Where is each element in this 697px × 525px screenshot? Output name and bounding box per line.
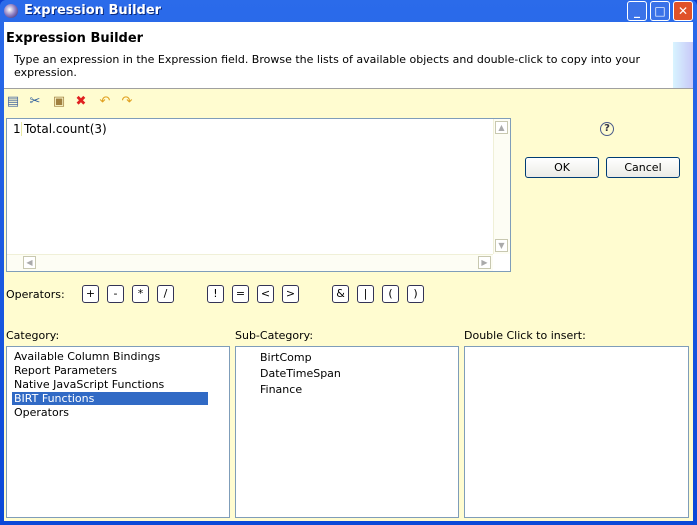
list-item[interactable]: Available Column Bindings [12,350,160,363]
operators-label: Operators: [6,288,65,301]
delete-icon[interactable]: ✖ [73,94,89,110]
copy-icon[interactable]: ▤ [5,94,21,110]
cancel-button[interactable]: Cancel [606,157,680,178]
scroll-up-icon[interactable]: ▲ [495,121,508,134]
insert-list[interactable] [464,346,689,518]
category-list[interactable]: Available Column Bindings Report Paramet… [6,346,230,518]
category-label: Category: [6,329,60,342]
line-number: 1 [13,122,21,136]
maximize-button[interactable]: □ [650,1,670,21]
expression-text[interactable]: Total.count(3) [21,122,107,136]
list-item[interactable]: Native JavaScript Functions [12,378,164,391]
minimize-button[interactable]: _ [627,1,647,21]
header-graphic [673,42,693,88]
operator-plus-button[interactable]: + [82,285,99,303]
window: Expression Builder _ □ ✕ Expression Buil… [0,0,697,525]
title-bar[interactable]: Expression Builder _ □ ✕ [0,0,697,22]
list-item[interactable]: Report Parameters [12,364,117,377]
operator-minus-button[interactable]: - [107,285,124,303]
dialog-body: Expression Builder Type an expression in… [4,22,693,521]
scroll-right-icon[interactable]: ▶ [478,256,491,269]
ok-button[interactable]: OK [525,157,599,178]
subcategory-label: Sub-Category: [235,329,314,342]
scroll-down-icon[interactable]: ▼ [495,239,508,252]
scroll-left-icon[interactable]: ◀ [23,256,36,269]
operator-divide-button[interactable]: / [157,285,174,303]
operator-and-button[interactable]: & [332,285,349,303]
vertical-scrollbar[interactable]: ▲ ▼ [493,119,510,254]
operator-close-paren-button[interactable]: ) [407,285,424,303]
list-item[interactable]: DateTimeSpan [258,367,341,380]
operator-less-button[interactable]: < [257,285,274,303]
description: Type an expression in the Expression fie… [14,53,640,79]
operator-or-button[interactable]: | [357,285,374,303]
insert-label: Double Click to insert: [464,329,586,342]
close-button[interactable]: ✕ [673,1,693,21]
list-item[interactable]: BirtComp [258,351,312,364]
operator-equals-button[interactable]: = [232,285,249,303]
paste-icon[interactable]: ▣ [51,94,67,110]
cut-icon[interactable]: ✂ [27,94,43,110]
subcategory-list[interactable]: BirtComp DateTimeSpan Finance [235,346,459,518]
dialog-header: Expression Builder Type an expression in… [4,22,693,89]
undo-icon[interactable]: ↶ [97,94,113,110]
help-icon[interactable]: ? [600,122,614,136]
operator-multiply-button[interactable]: * [132,285,149,303]
horizontal-scrollbar[interactable]: ◀ ▶ [7,254,493,271]
operator-not-button[interactable]: ! [207,285,224,303]
operator-open-paren-button[interactable]: ( [382,285,399,303]
window-title: Expression Builder [24,3,162,18]
redo-icon[interactable]: ↷ [119,94,135,110]
eclipse-icon [4,4,18,18]
operator-greater-button[interactable]: > [282,285,299,303]
list-item[interactable]: Operators [12,406,69,419]
list-item-selected[interactable]: BIRT Functions [12,392,208,405]
page-title: Expression Builder [6,31,144,46]
list-item[interactable]: Finance [258,383,302,396]
expression-editor[interactable]: 1 Total.count(3) ▲ ▼ ◀ ▶ [6,118,511,272]
